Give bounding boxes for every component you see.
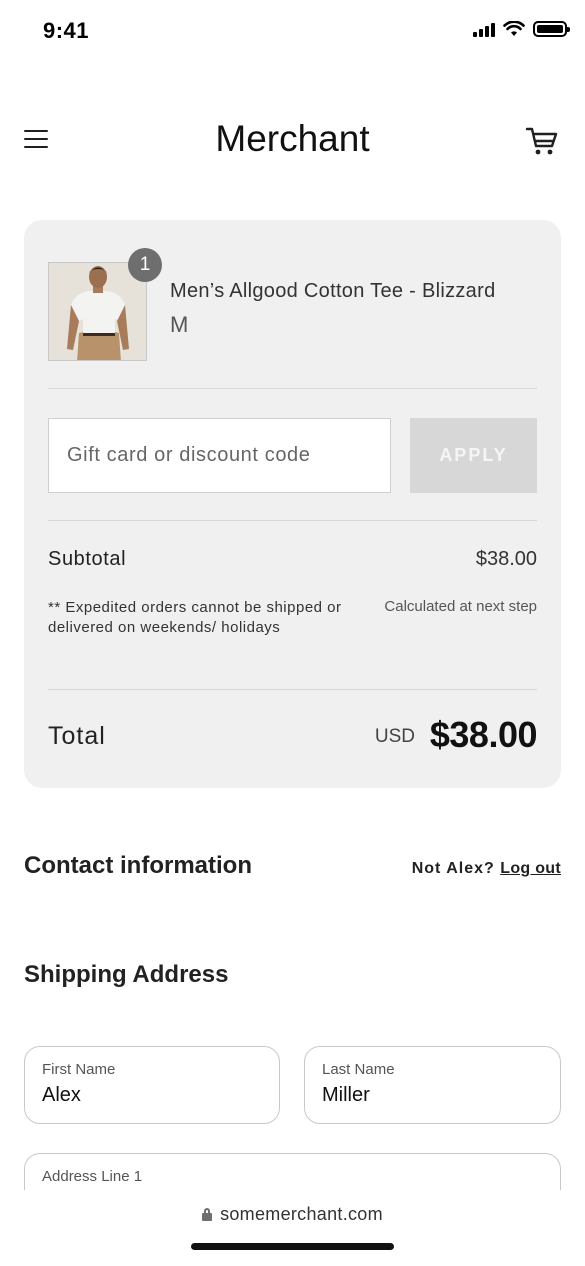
subtotal-label: Subtotal <box>48 548 127 570</box>
subtotal-value: $38.00 <box>475 548 537 570</box>
status-time: 9:41 <box>43 18 90 43</box>
divider <box>48 689 537 690</box>
battery-icon <box>533 21 570 37</box>
discount-code-input[interactable] <box>48 418 391 493</box>
status-bar: 9:41 <box>0 0 585 64</box>
total-currency: USD <box>374 726 415 747</box>
address-line-1-label: Address Line 1 <box>42 1168 143 1185</box>
divider <box>48 520 537 521</box>
contact-user-info: Not Alex? Log out <box>412 860 561 878</box>
brand-title: Merchant <box>215 118 370 159</box>
wifi-icon <box>503 21 525 36</box>
first-name-input[interactable] <box>42 1084 252 1107</box>
home-indicator[interactable] <box>191 1243 394 1250</box>
last-name-field[interactable]: Last Name <box>304 1046 561 1124</box>
last-name-input[interactable] <box>322 1084 532 1107</box>
signal-icon <box>473 21 495 37</box>
url-bar[interactable]: somemerchant.com <box>0 1204 585 1225</box>
lock-icon <box>202 1208 213 1221</box>
last-name-label: Last Name <box>322 1061 395 1078</box>
contact-section-title: Contact information <box>24 852 252 879</box>
divider <box>48 388 537 389</box>
status-icons <box>473 21 570 37</box>
not-user-text: Not Alex? <box>411 860 495 877</box>
cart-icon[interactable] <box>525 124 559 158</box>
order-summary-card: 1 Men’s Allgood Cotton Tee - Blizzard M … <box>24 220 561 788</box>
browser-bottom-bar: somemerchant.com <box>0 1190 585 1266</box>
shipping-note: ** Expedited orders cannot be shipped or… <box>48 599 342 636</box>
quantity-badge: 1 <box>128 248 162 282</box>
product-variant: M <box>170 312 189 337</box>
apply-button[interactable]: APPLY <box>410 418 537 493</box>
product-name: Men’s Allgood Cotton Tee - Blizzard <box>170 280 496 302</box>
total-label: Total <box>48 722 106 750</box>
shipping-section-title: Shipping Address <box>24 961 229 988</box>
logout-link[interactable]: Log out <box>500 860 561 877</box>
total-value: $38.00 <box>429 714 538 755</box>
shipping-cost-value: Calculated at next step <box>384 598 537 615</box>
app-header: Merchant <box>0 110 585 170</box>
url-text: somemerchant.com <box>220 1204 383 1224</box>
first-name-label: First Name <box>42 1061 116 1078</box>
first-name-field[interactable]: First Name <box>24 1046 280 1124</box>
